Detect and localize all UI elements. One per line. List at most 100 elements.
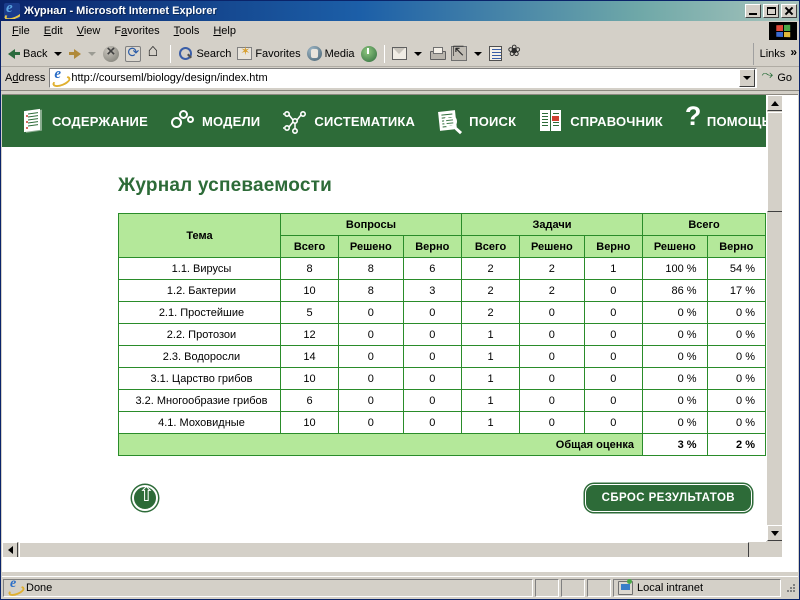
ie-logo-icon bbox=[4, 3, 20, 19]
address-input[interactable]: http://courseml/biology/design/index.htm bbox=[49, 66, 758, 88]
forward-dropdown-icon[interactable] bbox=[88, 51, 97, 56]
stop-button[interactable] bbox=[100, 43, 122, 65]
reset-results-button[interactable]: СБРОС РЕЗУЛЬТАТОВ bbox=[584, 484, 752, 512]
cell-pct-solved: 0 % bbox=[642, 301, 708, 324]
cell-t-solved: 0 bbox=[519, 345, 585, 368]
discuss-icon bbox=[488, 46, 502, 61]
nav-item-sistematika[interactable]: СИСТЕМАТИКА bbox=[282, 108, 415, 134]
status-text: Done bbox=[26, 581, 53, 594]
nav-item-poisk[interactable]: ПОИСК bbox=[437, 108, 516, 134]
status-pane-2 bbox=[535, 578, 559, 597]
scroll-down-button[interactable] bbox=[767, 525, 782, 541]
home-button[interactable] bbox=[144, 40, 166, 65]
search-button[interactable]: Search bbox=[175, 43, 234, 65]
cell-pct-solved: 0 % bbox=[642, 367, 708, 390]
cell-q-correct: 0 bbox=[402, 345, 462, 368]
refresh-button[interactable] bbox=[122, 43, 144, 65]
menu-item-edit[interactable]: Edit bbox=[37, 23, 70, 39]
menu-item-view[interactable]: View bbox=[70, 23, 108, 39]
browser-window: Журнал - Microsoft Internet Explorer Fil… bbox=[0, 0, 800, 600]
cell-q-solved: 0 bbox=[338, 367, 404, 390]
page-icon bbox=[52, 66, 68, 86]
back-button[interactable]: Back bbox=[5, 43, 50, 65]
minimize-button[interactable] bbox=[745, 4, 761, 18]
cell-t-solved: 2 bbox=[519, 279, 585, 302]
edit-dropdown-icon[interactable] bbox=[473, 51, 482, 56]
messenger-button[interactable] bbox=[505, 41, 527, 65]
window-title: Журнал - Microsoft Internet Explorer bbox=[24, 5, 217, 17]
cell-t-total: 2 bbox=[460, 279, 521, 302]
browser-viewport: СОДЕРЖАНИЕ МОДЕЛИ СИСТЕМАТИКА ПОИСК СПРА… bbox=[2, 94, 798, 572]
horizontal-scrollbar[interactable] bbox=[2, 541, 782, 557]
nav-item-pomoshch[interactable]: ПОМОЩЬ bbox=[685, 101, 771, 134]
nav-item-spravochnik[interactable]: СПРАВОЧНИК bbox=[538, 108, 663, 134]
grades-table: Тема Вопросы Задачи Всего Всего Решено В… bbox=[117, 213, 767, 456]
cell-q-correct: 0 bbox=[402, 367, 462, 390]
vertical-scrollbar[interactable] bbox=[766, 95, 782, 557]
page-content: Журнал успеваемости Тема Вопросы Задачи … bbox=[2, 147, 782, 512]
history-button[interactable] bbox=[358, 43, 380, 65]
cell-t-solved: 0 bbox=[519, 301, 585, 324]
horizontal-scroll-thumb[interactable] bbox=[19, 542, 749, 557]
maximize-button[interactable] bbox=[763, 4, 779, 18]
toolbar-separator-2 bbox=[383, 44, 385, 63]
menu-item-help[interactable]: Help bbox=[206, 23, 243, 39]
vertical-scroll-thumb[interactable] bbox=[767, 112, 782, 212]
cell-q-total: 10 bbox=[279, 367, 340, 390]
scroll-up-button[interactable] bbox=[767, 95, 782, 111]
cell-q-solved: 0 bbox=[338, 411, 404, 434]
cell-t-solved: 0 bbox=[519, 367, 585, 390]
cell-t-correct: 0 bbox=[583, 389, 644, 412]
menu-item-favorites[interactable]: Favorites bbox=[107, 23, 166, 39]
nav-label-modeli: МОДЕЛИ bbox=[201, 113, 261, 129]
edit-button[interactable] bbox=[448, 43, 470, 65]
cell-pct-correct: 0 % bbox=[706, 411, 767, 434]
mail-button[interactable] bbox=[389, 43, 410, 65]
cell-t-correct: 0 bbox=[583, 345, 644, 368]
tree-svg bbox=[283, 110, 307, 134]
status-pane-4 bbox=[587, 578, 611, 597]
forward-button[interactable] bbox=[66, 43, 84, 65]
menu-item-file[interactable]: File bbox=[5, 23, 37, 39]
nav-item-soderzhanie[interactable]: СОДЕРЖАНИЕ bbox=[20, 108, 148, 134]
discuss-button[interactable] bbox=[486, 43, 505, 65]
print-button[interactable] bbox=[426, 43, 448, 65]
notebook-icon bbox=[20, 108, 46, 134]
cell-q-total: 14 bbox=[279, 345, 340, 368]
cell-t-total: 1 bbox=[460, 323, 521, 346]
nav-label-soderzhanie: СОДЕРЖАНИЕ bbox=[52, 113, 148, 129]
close-button[interactable] bbox=[781, 4, 797, 18]
subheader-t-correct: Верно bbox=[583, 235, 644, 258]
cell-pct-correct: 17 % bbox=[706, 279, 767, 302]
site-navigation-bar: СОДЕРЖАНИЕ МОДЕЛИ СИСТЕМАТИКА ПОИСК СПРА… bbox=[2, 95, 782, 147]
cell-q-solved: 0 bbox=[338, 345, 404, 368]
go-label: Go bbox=[777, 71, 792, 84]
status-message-pane: Done bbox=[3, 576, 533, 597]
security-zone-pane[interactable]: Local intranet bbox=[613, 578, 781, 597]
nav-item-modeli[interactable]: МОДЕЛИ bbox=[170, 108, 260, 134]
menu-item-tools[interactable]: Tools bbox=[167, 23, 207, 39]
cell-q-total: 8 bbox=[279, 257, 340, 280]
cell-pct-correct: 54 % bbox=[706, 257, 767, 280]
go-button[interactable]: Go bbox=[757, 66, 797, 88]
address-dropdown-button[interactable] bbox=[739, 68, 756, 87]
media-button[interactable]: Media bbox=[304, 43, 358, 65]
cell-topic: 2.1. Простейшие bbox=[118, 301, 281, 324]
scroll-left-button[interactable] bbox=[2, 542, 18, 557]
history-icon bbox=[360, 45, 377, 62]
links-chevron-icon[interactable]: » bbox=[790, 45, 797, 59]
links-toolbar[interactable]: Links » bbox=[752, 43, 797, 65]
favorites-icon bbox=[237, 44, 253, 60]
back-dropdown-icon[interactable] bbox=[54, 51, 63, 56]
resize-grip[interactable] bbox=[784, 581, 798, 595]
favorites-button[interactable]: Favorites bbox=[234, 43, 303, 65]
messenger-icon bbox=[508, 41, 524, 62]
subheader-pct-correct: Верно bbox=[706, 235, 767, 258]
back-to-top-icon[interactable] bbox=[132, 482, 158, 511]
edit-icon bbox=[450, 43, 467, 61]
mail-dropdown-icon[interactable] bbox=[413, 51, 422, 56]
open-book-icon bbox=[538, 108, 564, 134]
cell-pct-solved: 0 % bbox=[642, 411, 708, 434]
cell-q-solved: 0 bbox=[338, 323, 404, 346]
status-bar: Done Local intranet bbox=[2, 576, 798, 598]
